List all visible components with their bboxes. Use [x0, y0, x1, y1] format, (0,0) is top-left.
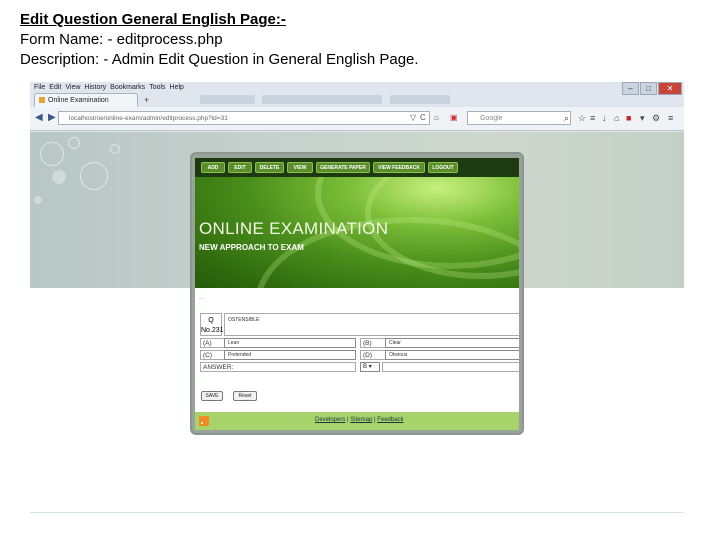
download-icon[interactable]: ↓ — [602, 113, 607, 123]
background-circle — [40, 142, 64, 166]
menu-tools[interactable]: Tools — [149, 84, 165, 91]
browser-screenshot: File Edit View History Bookmarks Tools Help – … — [30, 82, 684, 514]
menu-help[interactable]: Help — [170, 84, 184, 91]
answer-label-text: ANSWER: — [203, 364, 234, 371]
minimize-button[interactable]: – — [622, 82, 639, 95]
sitemap-link[interactable]: Sitemap — [350, 417, 372, 423]
chevron-down-icon: ▾ — [368, 364, 372, 370]
nav-add[interactable]: ADD — [201, 162, 225, 173]
home-icon[interactable]: ⌂ — [434, 111, 439, 125]
background-circle — [34, 196, 42, 204]
menu-file[interactable]: File — [34, 84, 45, 91]
resize-grip-icon[interactable]: ⋰ — [512, 328, 517, 334]
blurred-toolbar-item — [200, 95, 255, 104]
search-icon[interactable]: ⌕ — [564, 113, 569, 124]
option-b-input[interactable]: Clear — [385, 338, 519, 348]
footer-separator: | — [347, 417, 349, 423]
answer-label: ANSWER: — [200, 362, 356, 372]
bookmark-list-icon[interactable]: ≡ — [590, 113, 595, 123]
site-content: ADD EDIT DELETE VIEW GENERATE PAPER VIEW… — [195, 158, 519, 430]
question-number: No.231 — [201, 327, 224, 334]
menu-bar: File Edit View History Bookmarks Tools Help — [30, 82, 194, 93]
save-button[interactable]: SAVE — [201, 391, 223, 401]
maximize-button[interactable]: □ — [640, 82, 657, 95]
blurred-window-title — [262, 95, 382, 104]
menu-edit[interactable]: Edit — [49, 84, 61, 91]
url-text: localhost/oe/online-exam/admin/editproce… — [69, 115, 228, 122]
question-textarea[interactable]: OSTENSIBLE ⋰ — [224, 313, 519, 336]
star-icon[interactable]: ☆ — [578, 113, 586, 124]
option-a-label-text: (A) — [203, 340, 212, 347]
option-b-label-text: (B) — [363, 340, 372, 347]
option-a-input[interactable]: Lean — [224, 338, 356, 348]
feedback-link[interactable]: Feedback — [377, 417, 403, 423]
rss-icon[interactable] — [199, 416, 209, 426]
new-tab-button[interactable]: + — [144, 93, 149, 107]
answer-spacer — [382, 362, 519, 372]
nav-generate-paper[interactable]: GENERATE PAPER — [316, 162, 370, 173]
banner-subtitle: NEW APPROACH TO EXAM — [199, 243, 304, 252]
nav-delete[interactable]: DELETE — [255, 162, 284, 173]
background-circle — [80, 162, 108, 190]
answer-select[interactable]: B ▾ — [360, 362, 380, 372]
question-label: Q — [208, 317, 214, 324]
close-window-button[interactable]: ✕ — [658, 82, 682, 95]
site-banner: ONLINE EXAMINATION NEW APPROACH TO EXAM — [195, 177, 519, 288]
description-text: Description: - Admin Edit Question in Ge… — [20, 51, 419, 68]
banner-title: ONLINE EXAMINATION — [199, 219, 389, 238]
blurred-label: ··· — [199, 296, 204, 302]
back-arrow-icon[interactable]: ◀ — [35, 112, 43, 123]
menu-history[interactable]: History — [84, 84, 106, 91]
nav-view[interactable]: VIEW — [287, 162, 313, 173]
home-icon[interactable]: ⌂ — [614, 113, 619, 123]
window-controls: – □ ✕ — [621, 82, 682, 95]
settings-icon[interactable]: ⚙ — [652, 113, 660, 124]
footer-separator: | — [373, 417, 376, 423]
menu-bookmarks[interactable]: Bookmarks — [110, 84, 145, 91]
favicon-icon — [39, 97, 45, 104]
faded-footer-line — [30, 512, 684, 513]
answer-value: B — [363, 364, 368, 370]
option-d-input[interactable]: Obvious — [385, 350, 519, 360]
browser-tab[interactable]: Online Examination — [34, 93, 138, 107]
background-circle — [68, 137, 80, 149]
browser-chrome: File Edit View History Bookmarks Tools Help – … — [30, 82, 684, 132]
reset-button[interactable]: Reset — [233, 391, 257, 401]
blurred-toolbar-item — [390, 95, 450, 104]
option-c-label-text: (C) — [203, 352, 213, 359]
edit-question-form: Q No.231 OSTENSIBLE ⋰ (A) Lean (B) Clear… — [200, 313, 519, 379]
footer-links: Developers | Sitemap | Feedback — [315, 417, 404, 423]
background-circle — [52, 170, 66, 184]
form-name-text: Form Name: - editprocess.php — [20, 31, 223, 48]
background-circle — [110, 144, 120, 154]
navigation-bar: ◀ ▶ localhost/oe/online-exam/admin/editp… — [30, 107, 684, 131]
dropdown-arrow-icon[interactable]: ▽ — [410, 111, 416, 125]
nav-edit[interactable]: EDIT — [228, 162, 252, 173]
developers-link[interactable]: Developers — [315, 417, 345, 423]
document-heading: Edit Question General English Page:- For… — [20, 10, 710, 70]
search-box[interactable]: Google — [467, 111, 571, 125]
page-title: Edit Question General English Page:- — [20, 11, 286, 28]
search-placeholder: Google — [480, 115, 503, 122]
address-bar[interactable]: localhost/oe/online-exam/admin/editproce… — [58, 111, 430, 125]
site-frame: ADD EDIT DELETE VIEW GENERATE PAPER VIEW… — [190, 152, 524, 435]
site-footer: Developers | Sitemap | Feedback — [195, 412, 519, 430]
site-nav: ADD EDIT DELETE VIEW GENERATE PAPER VIEW… — [195, 158, 519, 177]
option-d-label-text: (D) — [363, 352, 373, 359]
addon-icon[interactable]: ■ — [626, 113, 631, 123]
forward-arrow-icon[interactable]: ▶ — [48, 112, 56, 123]
question-number-cell: Q No.231 — [200, 313, 224, 336]
question-text: OSTENSIBLE — [228, 317, 260, 323]
nav-view-feedback[interactable]: VIEW FEEDBACK — [373, 162, 425, 173]
menu-view[interactable]: View — [65, 84, 80, 91]
menu-icon[interactable]: ≡ — [668, 113, 673, 123]
nav-logout[interactable]: LOGOUT — [428, 162, 458, 173]
search-engine-icon[interactable]: ▣ — [450, 111, 458, 125]
option-c-input[interactable]: Pretended — [224, 350, 356, 360]
addon-dropdown-icon[interactable]: ▾ — [640, 113, 645, 124]
reload-icon[interactable]: C — [420, 111, 426, 125]
tab-title: Online Examination — [48, 97, 109, 104]
